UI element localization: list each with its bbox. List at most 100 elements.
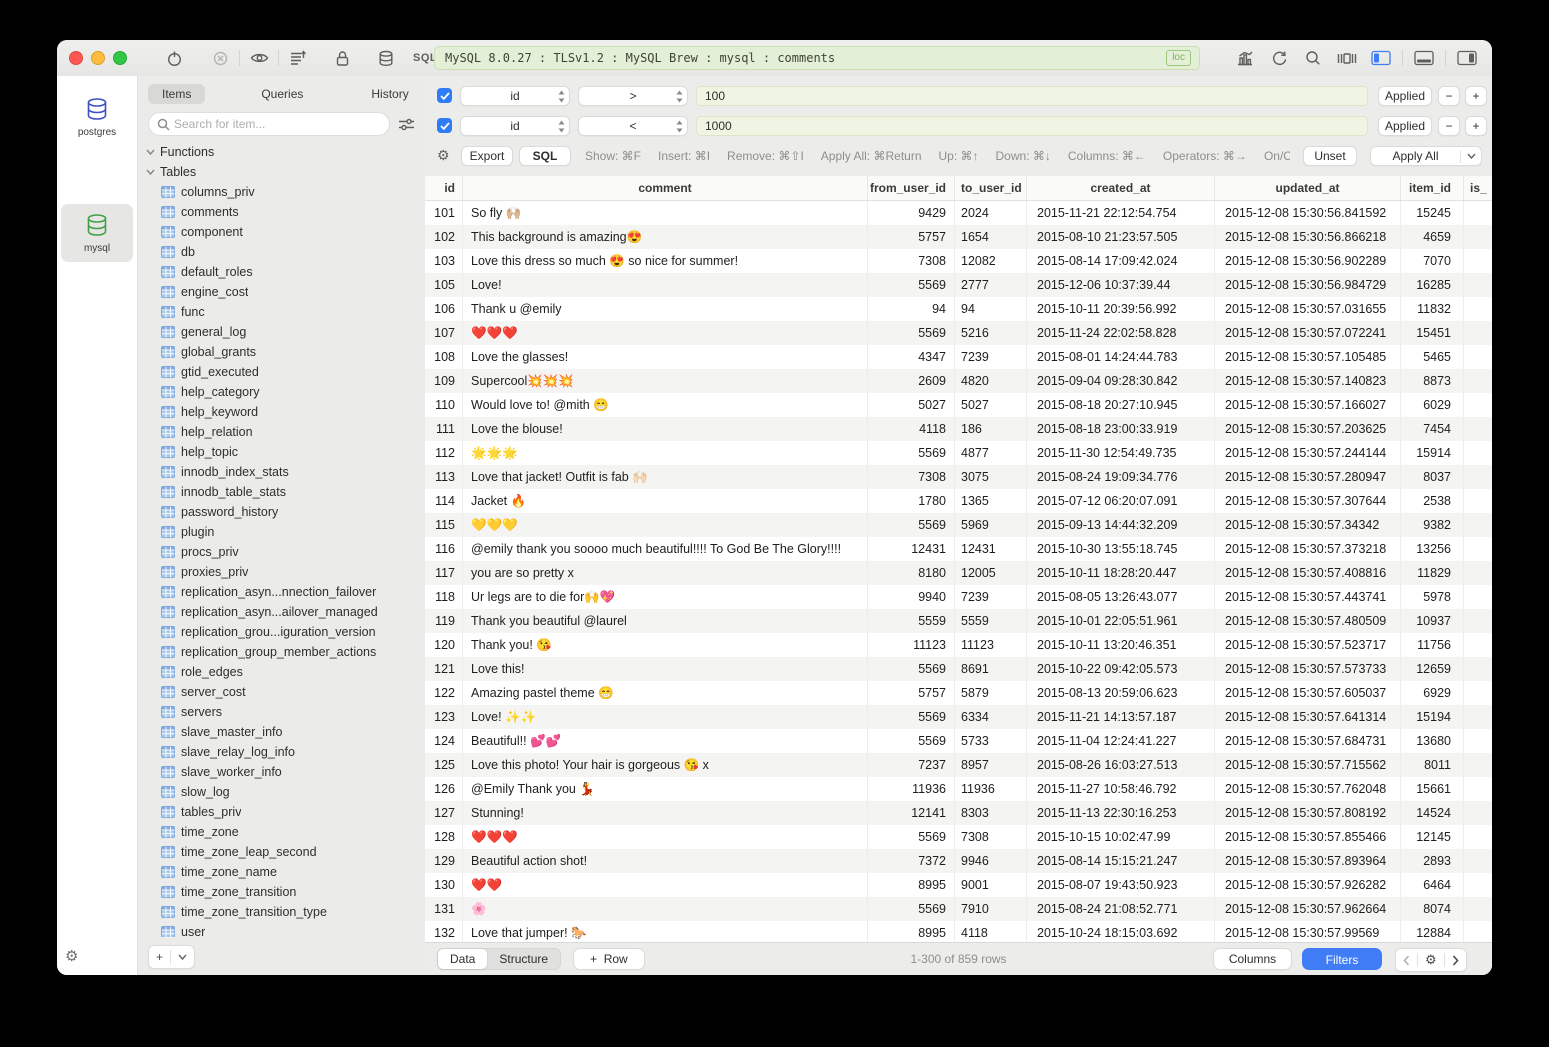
filter-sliders-icon[interactable]: [398, 117, 415, 132]
export-button[interactable]: Export: [461, 146, 513, 166]
settings-gear-icon[interactable]: ⚙: [65, 947, 78, 965]
sidebar-table-item[interactable]: component: [138, 222, 425, 242]
sidebar-table-item[interactable]: time_zone: [138, 822, 425, 842]
tab-items[interactable]: Items: [148, 84, 205, 104]
sidebar-table-item[interactable]: proxies_priv: [138, 562, 425, 582]
table-row[interactable]: 102 This background is amazing😍 5757 165…: [425, 225, 1492, 249]
sidebar-table-item[interactable]: procs_priv: [138, 542, 425, 562]
chart-icon[interactable]: [1228, 47, 1262, 69]
sidebar-table-item[interactable]: help_keyword: [138, 402, 425, 422]
table-row[interactable]: 127 Stunning! 12141 8303 2015-11-13 22:3…: [425, 801, 1492, 825]
sidebar-table-item[interactable]: tables_priv: [138, 802, 425, 822]
preview-eye-icon[interactable]: [244, 47, 274, 69]
column-header-id[interactable]: id: [425, 176, 462, 200]
sidebar-table-item[interactable]: replication_asyn...ailover_managed: [138, 602, 425, 622]
add-item-button[interactable]: +: [149, 947, 170, 967]
filter-operator-select[interactable]: >: [578, 86, 688, 106]
filters-button[interactable]: Filters: [1302, 948, 1382, 970]
sidebar-table-item[interactable]: help_topic: [138, 442, 425, 462]
sidebar-table-item[interactable]: innodb_index_stats: [138, 462, 425, 482]
column-header-created-at[interactable]: created_at: [1026, 176, 1214, 200]
table-row[interactable]: 114 Jacket 🔥 1780 1365 2015-07-12 06:20:…: [425, 489, 1492, 513]
close-window-button[interactable]: [69, 51, 83, 65]
sidebar-table-item[interactable]: slow_log: [138, 782, 425, 802]
sidebar-table-item[interactable]: slave_relay_log_info: [138, 742, 425, 762]
sql-button[interactable]: SQL: [519, 146, 571, 166]
connection-mysql[interactable]: mysql: [61, 204, 133, 262]
sidebar-table-item[interactable]: replication_group_member_actions: [138, 642, 425, 662]
table-row[interactable]: 130 ❤️❤️ 8995 9001 2015-08-07 19:43:50.9…: [425, 873, 1492, 897]
sidebar-table-item[interactable]: time_zone_leap_second: [138, 842, 425, 862]
table-row[interactable]: 107 ❤️❤️❤️ 5569 5216 2015-11-24 22:02:58…: [425, 321, 1492, 345]
sidebar-table-item[interactable]: db: [138, 242, 425, 262]
table-row[interactable]: 126 @Emily Thank you 💃 11936 11936 2015-…: [425, 777, 1492, 801]
tab-history[interactable]: History: [357, 84, 422, 104]
table-row[interactable]: 101 So fly 🙌🏼 9429 2024 2015-11-21 22:12…: [425, 201, 1492, 225]
sidebar-table-item[interactable]: default_roles: [138, 262, 425, 282]
log-list-icon[interactable]: [283, 47, 313, 69]
zoom-window-button[interactable]: [113, 51, 127, 65]
filter-value-input[interactable]: 100: [696, 86, 1368, 106]
sidebar-table-item[interactable]: servers: [138, 702, 425, 722]
tree-section-tables[interactable]: Tables: [138, 162, 425, 182]
column-header-is[interactable]: is_: [1463, 176, 1492, 200]
table-row[interactable]: 103 Love this dress so much 😍 so nice fo…: [425, 249, 1492, 273]
sidebar-table-item[interactable]: comments: [138, 202, 425, 222]
filter-settings-gear-icon[interactable]: ⚙: [437, 147, 450, 164]
table-row[interactable]: 106 Thank u @emily 94 94 2015-10-11 20:3…: [425, 297, 1492, 321]
column-header-updated-at[interactable]: updated_at: [1214, 176, 1400, 200]
sidebar-table-item[interactable]: replication_grou...iguration_version: [138, 622, 425, 642]
sidebar-table-item[interactable]: gtid_executed: [138, 362, 425, 382]
table-row[interactable]: 110 Would love to! @mith 😁 5027 5027 201…: [425, 393, 1492, 417]
table-row[interactable]: 123 Love! ✨✨ 5569 6334 2015-11-21 14:13:…: [425, 705, 1492, 729]
table-row[interactable]: 129 Beautiful action shot! 7372 9946 201…: [425, 849, 1492, 873]
focus-mode-icon[interactable]: [1330, 47, 1364, 69]
column-header-item-id[interactable]: item_id: [1400, 176, 1463, 200]
sidebar-table-item[interactable]: time_zone_name: [138, 862, 425, 882]
search-input[interactable]: Search for item...: [148, 112, 390, 136]
add-filter-button[interactable]: +: [1465, 86, 1487, 106]
sidebar-table-item[interactable]: columns_priv: [138, 182, 425, 202]
sidebar-table-item[interactable]: role_edges: [138, 662, 425, 682]
sidebar-table-item[interactable]: replication_asyn...nnection_failover: [138, 582, 425, 602]
disconnect-icon[interactable]: [205, 47, 235, 69]
table-row[interactable]: 109 Supercool💥💥💥 2609 4820 2015-09-04 09…: [425, 369, 1492, 393]
filter-enabled-checkbox[interactable]: [437, 88, 452, 103]
sidebar-table-item[interactable]: engine_cost: [138, 282, 425, 302]
remove-filter-button[interactable]: −: [1438, 116, 1460, 136]
table-row[interactable]: 116 @emily thank you soooo much beautifu…: [425, 537, 1492, 561]
table-row[interactable]: 122 Amazing pastel theme 😁 5757 5879 201…: [425, 681, 1492, 705]
toggle-bottom-panel-icon[interactable]: [1407, 47, 1441, 69]
table-row[interactable]: 111 Love the blouse! 4118 186 2015-08-18…: [425, 417, 1492, 441]
connection-postgres[interactable]: postgres: [61, 88, 133, 146]
sidebar-table-item[interactable]: innodb_table_stats: [138, 482, 425, 502]
sidebar-table-item[interactable]: user: [138, 922, 425, 937]
page-settings-gear-icon[interactable]: ⚙: [1418, 950, 1444, 970]
sidebar-table-item[interactable]: time_zone_transition: [138, 882, 425, 902]
tab-queries[interactable]: Queries: [247, 84, 317, 104]
sidebar-table-item[interactable]: func: [138, 302, 425, 322]
sidebar-table-item[interactable]: help_relation: [138, 422, 425, 442]
table-row[interactable]: 117 you are so pretty x 8180 12005 2015-…: [425, 561, 1492, 585]
filter-enabled-checkbox[interactable]: [437, 118, 452, 133]
toggle-right-panel-icon[interactable]: [1450, 47, 1484, 69]
sidebar-table-item[interactable]: help_category: [138, 382, 425, 402]
table-row[interactable]: 105 Love! 5569 2777 2015-12-06 10:37:39.…: [425, 273, 1492, 297]
sidebar-table-item[interactable]: plugin: [138, 522, 425, 542]
sidebar-table-item[interactable]: global_grants: [138, 342, 425, 362]
sidebar-table-item[interactable]: slave_master_info: [138, 722, 425, 742]
connection-power-icon[interactable]: [159, 47, 189, 69]
chevron-down-icon[interactable]: [1461, 153, 1481, 159]
search-icon[interactable]: [1296, 47, 1330, 69]
sidebar-table-item[interactable]: slave_worker_info: [138, 762, 425, 782]
table-row[interactable]: 112 🌟🌟🌟 5569 4877 2015-11-30 12:54:49.73…: [425, 441, 1492, 465]
table-row[interactable]: 125 Love this photo! Your hair is gorgeo…: [425, 753, 1492, 777]
refresh-icon[interactable]: [1262, 47, 1296, 69]
sidebar-table-item[interactable]: time_zone_transition_type: [138, 902, 425, 922]
filter-column-select[interactable]: id: [460, 86, 570, 106]
applied-button[interactable]: Applied: [1378, 116, 1432, 136]
table-row[interactable]: 119 Thank you beautiful @laurel 5559 555…: [425, 609, 1492, 633]
column-header-to-user-id[interactable]: to_user_id: [954, 176, 1026, 200]
column-header-comment[interactable]: comment: [462, 176, 867, 200]
database-icon[interactable]: [371, 47, 401, 69]
